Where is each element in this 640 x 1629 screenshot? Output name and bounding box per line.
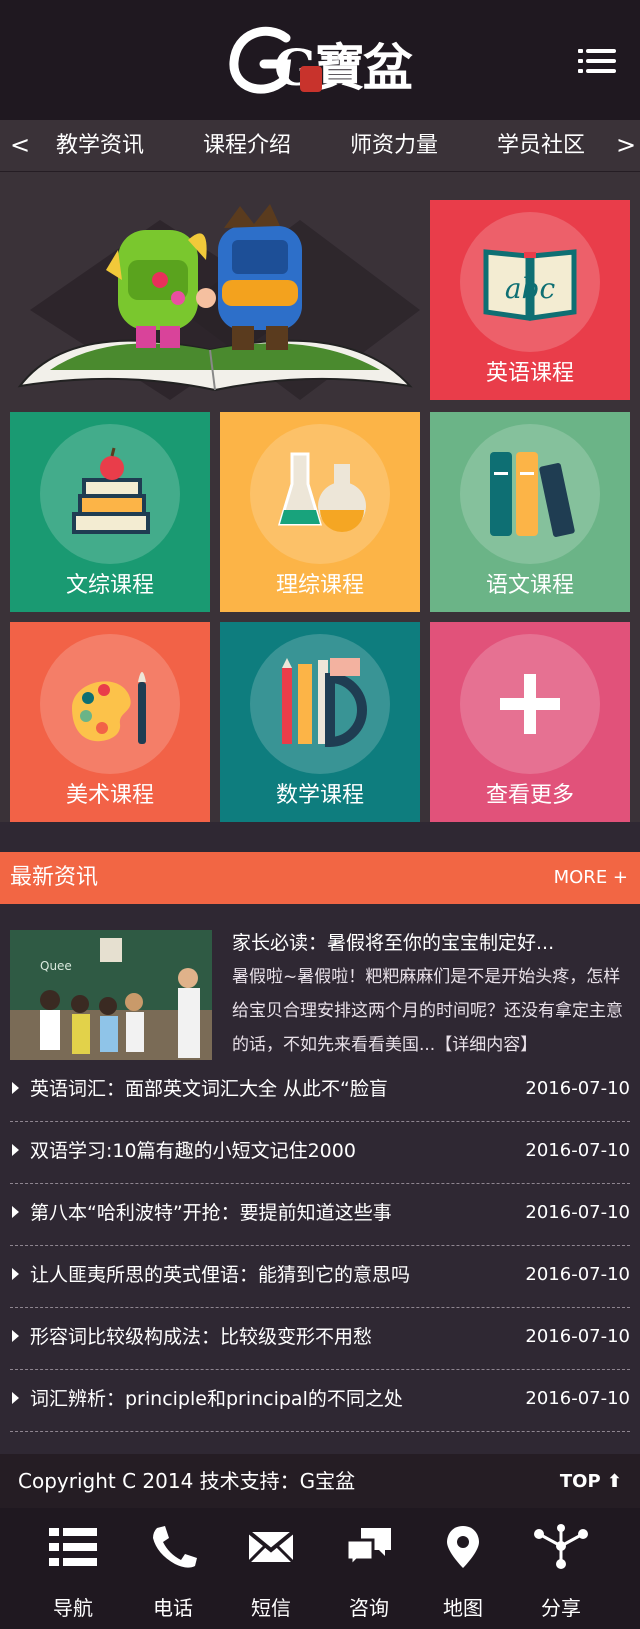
course-label-chinese: 语文课程 xyxy=(485,573,574,598)
news-item-date: 2016-07-10 xyxy=(525,1078,630,1099)
bullet-triangle-icon xyxy=(12,1144,19,1156)
bottom-nav-label: 分享 xyxy=(541,1596,581,1620)
course-tile-more[interactable]: 查看更多 xyxy=(430,622,630,822)
list-item[interactable]: 英语词汇：面部英文词汇大全 从此不“脸盲 2016-07-10 xyxy=(10,1060,630,1122)
bottom-nav-label: 短信 xyxy=(251,1596,291,1620)
course-grid: abc 英语课程 文综课程 理综课程 语文课程 美术课程 数学课程 查看更多 xyxy=(0,172,640,822)
nav-item-teachers[interactable]: 师资力量 xyxy=(350,132,438,160)
list-item[interactable]: 词汇辨析：principle和principal的不同之处 2016-07-10 xyxy=(10,1370,630,1432)
news-item-title: 英语词汇：面部英文词汇大全 从此不“脸盲 xyxy=(30,1078,388,1100)
books-apple-icon xyxy=(72,447,150,534)
course-tile-chinese[interactable]: 语文课程 xyxy=(430,412,630,612)
copyright-text: Copyright C 2014 技术支持：G宝盆 xyxy=(18,1469,356,1493)
svg-text:Quee: Quee xyxy=(40,959,72,973)
bottom-nav: 导航 电话 短信 咨询 地图 分享 xyxy=(0,1508,640,1629)
back-to-top-button[interactable]: TOP ⬆ xyxy=(560,1468,622,1496)
ruler-pencil-icon xyxy=(282,658,367,748)
nav-prev-arrow[interactable]: < xyxy=(10,130,30,160)
bottom-nav-label: 导航 xyxy=(53,1596,93,1620)
news-section-title: 最新资讯 xyxy=(10,865,99,890)
feature-news-description: 暑假啦~暑假啦！粑粑麻麻们是不是开始头疼，怎样给宝贝合理安排这两个月的时间呢？还… xyxy=(232,967,623,1055)
header: G寶盆 xyxy=(0,0,640,120)
flask-icon xyxy=(277,452,366,532)
hero-illustration xyxy=(10,200,420,400)
course-label-math: 数学课程 xyxy=(275,783,364,808)
site-logo[interactable]: G寶盆 xyxy=(228,18,413,102)
list-item[interactable]: 让人匪夷所思的英式俚语：能猜到它的意思吗 2016-07-10 xyxy=(10,1246,630,1308)
bullet-triangle-icon xyxy=(12,1392,19,1404)
nav-item-community[interactable]: 学员社区 xyxy=(497,132,585,160)
news-item-date: 2016-07-10 xyxy=(525,1264,630,1285)
news-section: Quee 家长必读：暑假将至你的宝宝制定好... 暑假啦~暑假啦！粑粑麻麻们是不… xyxy=(0,904,640,1454)
bullet-triangle-icon xyxy=(12,1330,19,1342)
feature-news-image[interactable]: Quee xyxy=(10,930,212,1060)
bottom-nav-share[interactable]: 分享 xyxy=(516,1524,606,1624)
bottom-nav-label: 地图 xyxy=(443,1596,483,1620)
course-tile-math[interactable]: 数学课程 xyxy=(220,622,420,822)
news-item-title: 第八本“哈利波特”开抢：要提前知道这些事 xyxy=(30,1202,392,1224)
nav-next-arrow[interactable]: > xyxy=(616,130,636,160)
course-label-art: 美术课程 xyxy=(65,783,154,808)
bullet-triangle-icon xyxy=(12,1082,19,1094)
course-tile-art[interactable]: 美术课程 xyxy=(10,622,210,822)
hamburger-menu-icon[interactable] xyxy=(578,44,622,78)
news-item-title: 词汇辨析：principle和principal的不同之处 xyxy=(30,1388,403,1410)
course-label-liberal-arts: 文综课程 xyxy=(65,573,154,598)
bottom-nav-consult[interactable]: 咨询 xyxy=(324,1524,414,1624)
news-item-date: 2016-07-10 xyxy=(525,1202,630,1223)
plus-icon xyxy=(500,674,560,734)
map-pin-icon xyxy=(447,1526,479,1568)
news-item-title: 双语学习:10篇有趣的小短文记住2000 xyxy=(30,1140,356,1162)
course-tile-science[interactable]: 理综课程 xyxy=(220,412,420,612)
bottom-nav-map[interactable]: 地图 xyxy=(418,1524,508,1624)
news-item-date: 2016-07-10 xyxy=(525,1326,630,1347)
bullet-triangle-icon xyxy=(12,1206,19,1218)
copyright-bar: Copyright C 2014 技术支持：G宝盆 TOP ⬆ xyxy=(0,1454,640,1508)
phone-icon xyxy=(153,1526,197,1568)
logo-text: G寶盆 xyxy=(274,38,413,97)
course-label-more: 查看更多 xyxy=(485,783,574,808)
news-list: 英语词汇：面部英文词汇大全 从此不“脸盲 2016-07-10 双语学习:10篇… xyxy=(10,1060,630,1432)
bottom-nav-label: 咨询 xyxy=(349,1596,389,1620)
bottom-nav-phone[interactable]: 电话 xyxy=(128,1524,218,1624)
chat-bubbles-icon xyxy=(345,1528,391,1570)
nav-item-news[interactable]: 教学资讯 xyxy=(56,132,144,160)
palette-icon xyxy=(72,672,146,744)
list-icon xyxy=(49,1528,97,1566)
news-section-header: 最新资讯 MORE + xyxy=(0,852,640,904)
course-label-science: 理综课程 xyxy=(275,573,364,598)
course-tile-english[interactable]: abc 英语课程 xyxy=(430,200,630,400)
list-item[interactable]: 形容词比较级构成法：比较级变形不用愁 2016-07-10 xyxy=(10,1308,630,1370)
course-label-english: 英语课程 xyxy=(485,361,574,386)
svg-text:abc: abc xyxy=(505,272,556,305)
binders-icon xyxy=(490,452,575,537)
news-item-date: 2016-07-10 xyxy=(525,1140,630,1161)
envelope-icon xyxy=(247,1530,295,1564)
nav-item-courses[interactable]: 课程介绍 xyxy=(203,132,291,160)
news-more-link[interactable]: MORE + xyxy=(554,865,628,891)
list-item[interactable]: 第八本“哈利波特”开抢：要提前知道这些事 2016-07-10 xyxy=(10,1184,630,1246)
news-item-date: 2016-07-10 xyxy=(525,1388,630,1409)
bottom-nav-guide[interactable]: 导航 xyxy=(28,1524,118,1624)
share-icon xyxy=(534,1524,588,1569)
news-item-title: 形容词比较级构成法：比较级变形不用愁 xyxy=(30,1326,373,1348)
book-abc-icon: abc xyxy=(483,249,577,321)
bottom-nav-label: 电话 xyxy=(153,1596,193,1620)
list-item[interactable]: 双语学习:10篇有趣的小短文记住2000 2016-07-10 xyxy=(10,1122,630,1184)
category-nav: < 教学资讯 课程介绍 师资力量 学员社区 > xyxy=(0,120,640,172)
logo-seal xyxy=(300,66,322,92)
bullet-triangle-icon xyxy=(12,1268,19,1280)
feature-news-title[interactable]: 家长必读：暑假将至你的宝宝制定好... xyxy=(232,928,554,958)
course-tile-liberal-arts[interactable]: 文综课程 xyxy=(10,412,210,612)
news-item-title: 让人匪夷所思的英式俚语：能猜到它的意思吗 xyxy=(30,1264,411,1286)
bottom-nav-sms[interactable]: 短信 xyxy=(226,1524,316,1624)
